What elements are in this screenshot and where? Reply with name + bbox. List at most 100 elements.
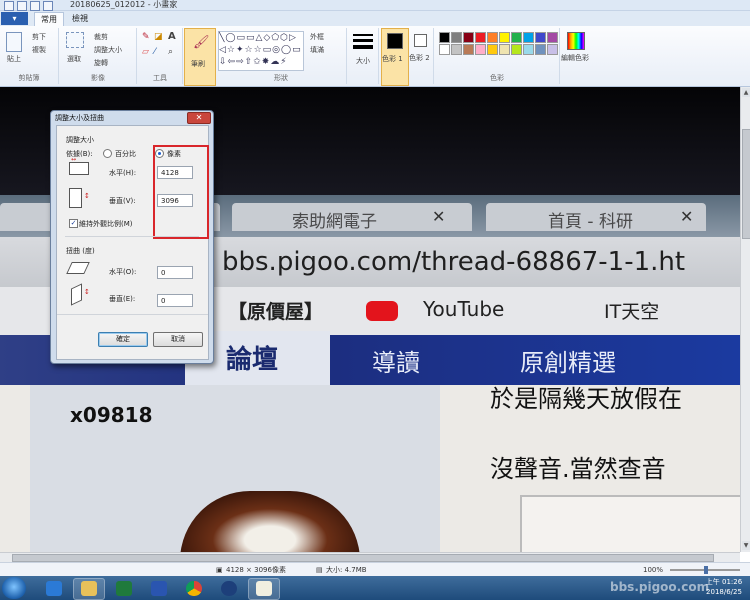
chrome-icon bbox=[186, 581, 202, 596]
vertical-scrollbar[interactable]: ▲ ▼ bbox=[740, 87, 750, 552]
scroll-down-icon[interactable]: ▼ bbox=[742, 541, 750, 550]
taskbar-explorer[interactable] bbox=[73, 578, 105, 600]
eraser-icon[interactable]: ▱ bbox=[142, 47, 149, 57]
horizontal-scrollbar[interactable] bbox=[0, 552, 740, 562]
file-menu-button[interactable]: ▾ bbox=[1, 12, 28, 25]
color-swatch[interactable] bbox=[451, 44, 462, 55]
dialog-body: 調整大小 依據(B): 百分比 像素 ↔ 水平(H): 4128 ↕ 垂直(V)… bbox=[56, 125, 209, 360]
ok-button[interactable]: 確定 bbox=[98, 332, 148, 347]
brushes-label: 筆刷 bbox=[191, 60, 205, 68]
magnifier-icon[interactable]: ⌕ bbox=[168, 47, 173, 57]
tab-view[interactable]: 檢視 bbox=[66, 12, 94, 26]
cut-button[interactable]: 剪下 bbox=[32, 32, 46, 42]
tools-group: ✎ ◪ A ▱ ⁄ ⌕ 工具 bbox=[138, 28, 183, 84]
highlight-box bbox=[153, 145, 209, 239]
zoom-slider-thumb[interactable] bbox=[704, 566, 708, 574]
color-swatch[interactable] bbox=[475, 32, 486, 43]
rotate-button[interactable]: 旋轉 bbox=[94, 58, 108, 68]
taskbar-paint[interactable] bbox=[248, 578, 280, 600]
edit-colors-button[interactable]: 編輯色彩 bbox=[561, 28, 591, 84]
scroll-up-icon[interactable]: ▲ bbox=[742, 88, 750, 97]
color1-button[interactable]: 色彩 1 bbox=[381, 28, 409, 86]
vertical-skew-icon bbox=[71, 283, 82, 306]
copy-button[interactable]: 複製 bbox=[32, 45, 46, 55]
tab-home[interactable]: 常用 bbox=[34, 12, 64, 27]
vertical-scroll-thumb[interactable] bbox=[742, 129, 750, 239]
text-icon[interactable]: A bbox=[168, 31, 176, 42]
color-swatch[interactable] bbox=[463, 44, 474, 55]
color-swatch[interactable] bbox=[523, 44, 534, 55]
color-swatch[interactable] bbox=[499, 44, 510, 55]
select-button[interactable]: 選取 bbox=[67, 54, 81, 64]
undo-icon[interactable] bbox=[30, 1, 40, 11]
pencil-icon[interactable]: ✎ bbox=[142, 32, 150, 42]
photo-bookmark1: 【原價屋】 bbox=[228, 301, 324, 323]
skew-horizontal-input[interactable]: 0 bbox=[157, 266, 193, 279]
color-swatch[interactable] bbox=[511, 44, 522, 55]
taskbar-word[interactable] bbox=[143, 578, 175, 600]
fill-button[interactable]: 填滿 bbox=[310, 45, 324, 55]
horizontal-scroll-thumb[interactable] bbox=[12, 554, 714, 562]
system-clock[interactable]: 上午 01:26 2018/6/25 bbox=[700, 577, 748, 597]
color-swatch[interactable] bbox=[547, 44, 558, 55]
color-swatch[interactable] bbox=[535, 32, 546, 43]
size-button[interactable]: 大小 bbox=[348, 28, 379, 84]
skew-vertical-input[interactable]: 0 bbox=[157, 294, 193, 307]
photo-tab2-text: 首頁 - 科研 bbox=[548, 212, 633, 232]
cancel-button[interactable]: 取消 bbox=[153, 332, 203, 347]
tools-group-label: 工具 bbox=[153, 74, 167, 82]
start-button[interactable] bbox=[2, 577, 26, 599]
app-icon[interactable] bbox=[4, 1, 14, 11]
color-swatch[interactable] bbox=[439, 44, 450, 55]
colors-group-label: 色彩 bbox=[490, 74, 504, 82]
image-size-icon: ▣ bbox=[216, 566, 223, 574]
save-icon[interactable] bbox=[17, 1, 27, 11]
photo-tab1-text: 索助網電子 bbox=[292, 212, 377, 232]
shapes-gallery[interactable]: ╲◯▭▭△◇⬠⬡▷ ◁☆✦☆☆▭◎◯▭ ⇩⇦⇨⇧✩✸☁⚡ bbox=[218, 31, 304, 71]
folder-icon bbox=[81, 581, 97, 596]
color-swatch[interactable] bbox=[439, 32, 450, 43]
color-swatch[interactable] bbox=[451, 32, 462, 43]
color-swatch[interactable] bbox=[463, 32, 474, 43]
keep-ratio-label: 維持外觀比例(M) bbox=[79, 220, 133, 228]
clipboard-group: 貼上 剪下 複製 剪貼簿 bbox=[0, 28, 59, 84]
color-swatch[interactable] bbox=[523, 32, 534, 43]
taskbar-app[interactable] bbox=[213, 578, 245, 600]
outline-button[interactable]: 外框 bbox=[310, 32, 324, 42]
horizontal-resize-icon bbox=[69, 162, 89, 175]
dialog-close-button[interactable]: ✕ bbox=[187, 112, 211, 124]
fill-icon[interactable]: ◪ bbox=[154, 32, 163, 42]
skew-section-label: 扭曲 (度) bbox=[66, 247, 95, 255]
percent-radio[interactable] bbox=[103, 149, 112, 158]
paste-icon[interactable] bbox=[6, 32, 22, 52]
color-swatch[interactable] bbox=[535, 44, 546, 55]
taskbar-ie[interactable] bbox=[38, 578, 70, 600]
window-title: 20180625_012012 - 小畫家 bbox=[70, 0, 178, 9]
color-swatch[interactable] bbox=[487, 44, 498, 55]
image-dimensions: 4128 × 3096像素 bbox=[226, 566, 286, 574]
brushes-button[interactable]: 🖌 筆刷 bbox=[184, 28, 216, 86]
redo-icon[interactable] bbox=[43, 1, 53, 11]
color-swatch[interactable] bbox=[511, 32, 522, 43]
color-swatch[interactable] bbox=[487, 32, 498, 43]
color-swatch[interactable] bbox=[547, 32, 558, 43]
resize-skew-dialog: 調整大小及扭曲 ✕ 調整大小 依據(B): 百分比 像素 ↔ 水平(H): 41… bbox=[50, 110, 214, 364]
shapes-group-label: 形狀 bbox=[274, 74, 288, 82]
image-group-label: 影像 bbox=[91, 74, 105, 82]
paste-button[interactable]: 貼上 bbox=[7, 54, 21, 64]
picker-icon[interactable]: ⁄ bbox=[154, 47, 156, 57]
color2-button[interactable]: 色彩 2 bbox=[409, 28, 434, 84]
color-swatch[interactable] bbox=[499, 32, 510, 43]
title-bar: 20180625_012012 - 小畫家 bbox=[0, 0, 750, 11]
brush-icon: 🖌 bbox=[193, 35, 210, 50]
resize-button[interactable]: 調整大小 bbox=[94, 45, 122, 55]
keep-ratio-checkbox[interactable]: ✓ bbox=[69, 219, 78, 228]
app-icon bbox=[221, 581, 237, 596]
ie-icon bbox=[46, 581, 62, 596]
color-swatch[interactable] bbox=[475, 44, 486, 55]
select-icon[interactable] bbox=[66, 32, 84, 48]
photo-text2: 沒聲音.當然查音 bbox=[490, 455, 666, 483]
taskbar-excel[interactable] bbox=[108, 578, 140, 600]
crop-button[interactable]: 裁剪 bbox=[94, 32, 108, 42]
taskbar-chrome[interactable] bbox=[178, 578, 210, 600]
